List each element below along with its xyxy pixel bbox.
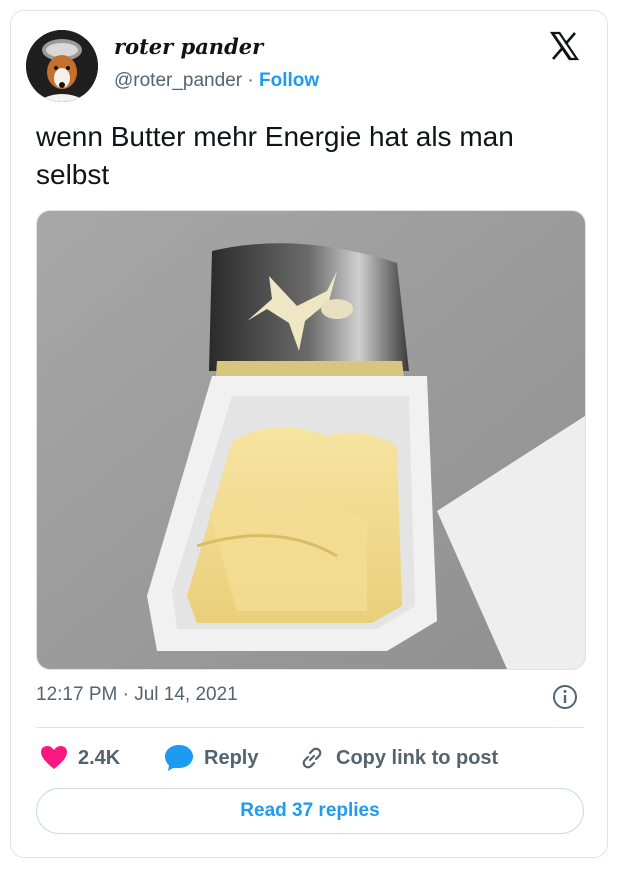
tweet-timestamp[interactable]: 12:17 PM · Jul 14, 2021 — [36, 684, 238, 706]
tweet-actions: 2.4K Reply Copy link to post — [36, 742, 584, 774]
tweet-text: wenn Butter mehr Energie hat als man sel… — [36, 121, 514, 190]
avatar-dog-image — [26, 30, 98, 102]
follow-button[interactable]: Follow — [259, 70, 319, 91]
heart-icon — [41, 746, 67, 769]
like-button[interactable]: 2.4K — [40, 742, 120, 774]
like-count: 2.4K — [78, 746, 121, 769]
avatar[interactable] — [26, 30, 98, 102]
info-icon[interactable] — [552, 684, 578, 710]
copy-link-button[interactable]: Copy link to post — [298, 742, 498, 774]
divider — [36, 727, 584, 728]
author-display-name[interactable]: roter pander — [114, 34, 263, 59]
author-handle[interactable]: @roter_pander — [114, 70, 242, 91]
tweet-photo[interactable] — [36, 210, 586, 670]
handle-separator: · — [242, 70, 259, 91]
speech-bubble-icon — [165, 745, 193, 771]
reply-label: Reply — [204, 746, 259, 769]
link-icon — [302, 747, 322, 769]
copy-link-label: Copy link to post — [336, 746, 499, 769]
butter-tub-image — [37, 211, 585, 669]
author-handle-row: @roter_pander · Follow — [114, 70, 319, 92]
reply-button[interactable]: Reply — [164, 742, 258, 774]
read-replies-button[interactable]: Read 37 replies — [36, 788, 584, 834]
x-logo-icon[interactable] — [548, 30, 580, 62]
